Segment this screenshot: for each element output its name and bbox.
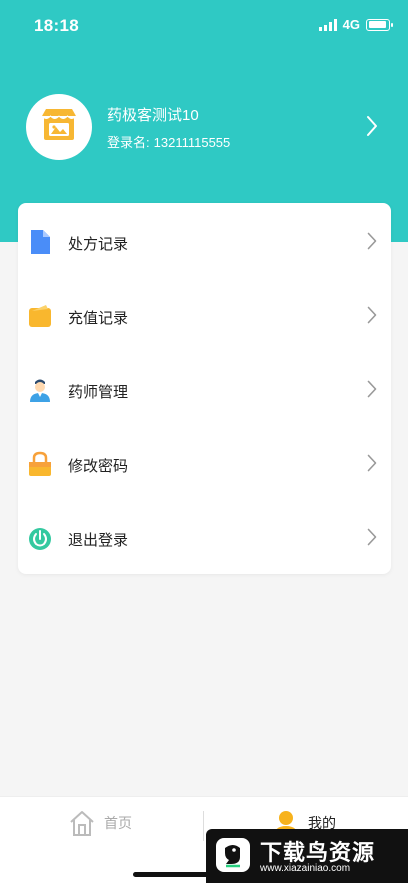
menu-item-label: 修改密码 <box>68 458 129 475</box>
tab-label: 首页 <box>104 815 132 831</box>
menu-item-change-password[interactable]: 修改密码 <box>18 427 391 501</box>
tab-home[interactable]: 首页 <box>68 809 132 837</box>
chevron-right-icon <box>367 454 377 472</box>
status-indicators: 4G <box>318 17 393 32</box>
profile-name: 药极客测试10 <box>107 107 199 124</box>
chevron-right-icon <box>367 306 377 324</box>
menu-item-logout[interactable]: 退出登录 <box>18 501 391 575</box>
menu-item-label: 处方记录 <box>68 236 129 253</box>
menu-item-prescription-records[interactable]: 处方记录 <box>18 205 391 279</box>
battery-icon <box>366 18 393 31</box>
status-time: 18:18 <box>34 16 79 35</box>
network-label: 4G <box>342 17 360 32</box>
chevron-right-icon <box>367 232 377 250</box>
menu-item-label: 退出登录 <box>68 532 129 549</box>
battery-fill <box>368 21 386 28</box>
profile-login: 登录名: 13211115555 <box>107 132 230 151</box>
bird-logo-icon <box>216 838 250 872</box>
pharmacist-icon <box>30 379 50 402</box>
home-icon <box>70 811 94 836</box>
status-bar: 18:18 4G <box>0 0 408 52</box>
home-indicator <box>133 872 273 877</box>
chevron-right-icon <box>367 528 377 546</box>
chevron-right-icon <box>367 380 377 398</box>
avatar <box>26 94 92 160</box>
menu-item-label: 药师管理 <box>68 384 129 401</box>
shop-icon <box>41 109 77 140</box>
login-value: 13211115555 <box>153 135 231 150</box>
signal-icon <box>318 18 337 31</box>
menu-item-recharge-records[interactable]: 充值记录 <box>18 279 391 353</box>
chevron-right-icon[interactable] <box>366 115 378 137</box>
watermark-url: www.xiazainiao.com <box>260 863 351 874</box>
lock-icon <box>29 451 51 476</box>
menu-item-label: 充值记录 <box>68 310 129 327</box>
tab-divider <box>203 811 204 841</box>
login-label: 登录名: <box>107 135 150 150</box>
menu-card: 处方记录 充值记录 药师管理 修改密码 退出登录 <box>18 203 391 574</box>
menu-item-pharmacist-management[interactable]: 药师管理 <box>18 353 391 427</box>
wallet-icon <box>29 305 51 327</box>
power-icon <box>29 528 51 550</box>
document-icon <box>31 230 50 254</box>
